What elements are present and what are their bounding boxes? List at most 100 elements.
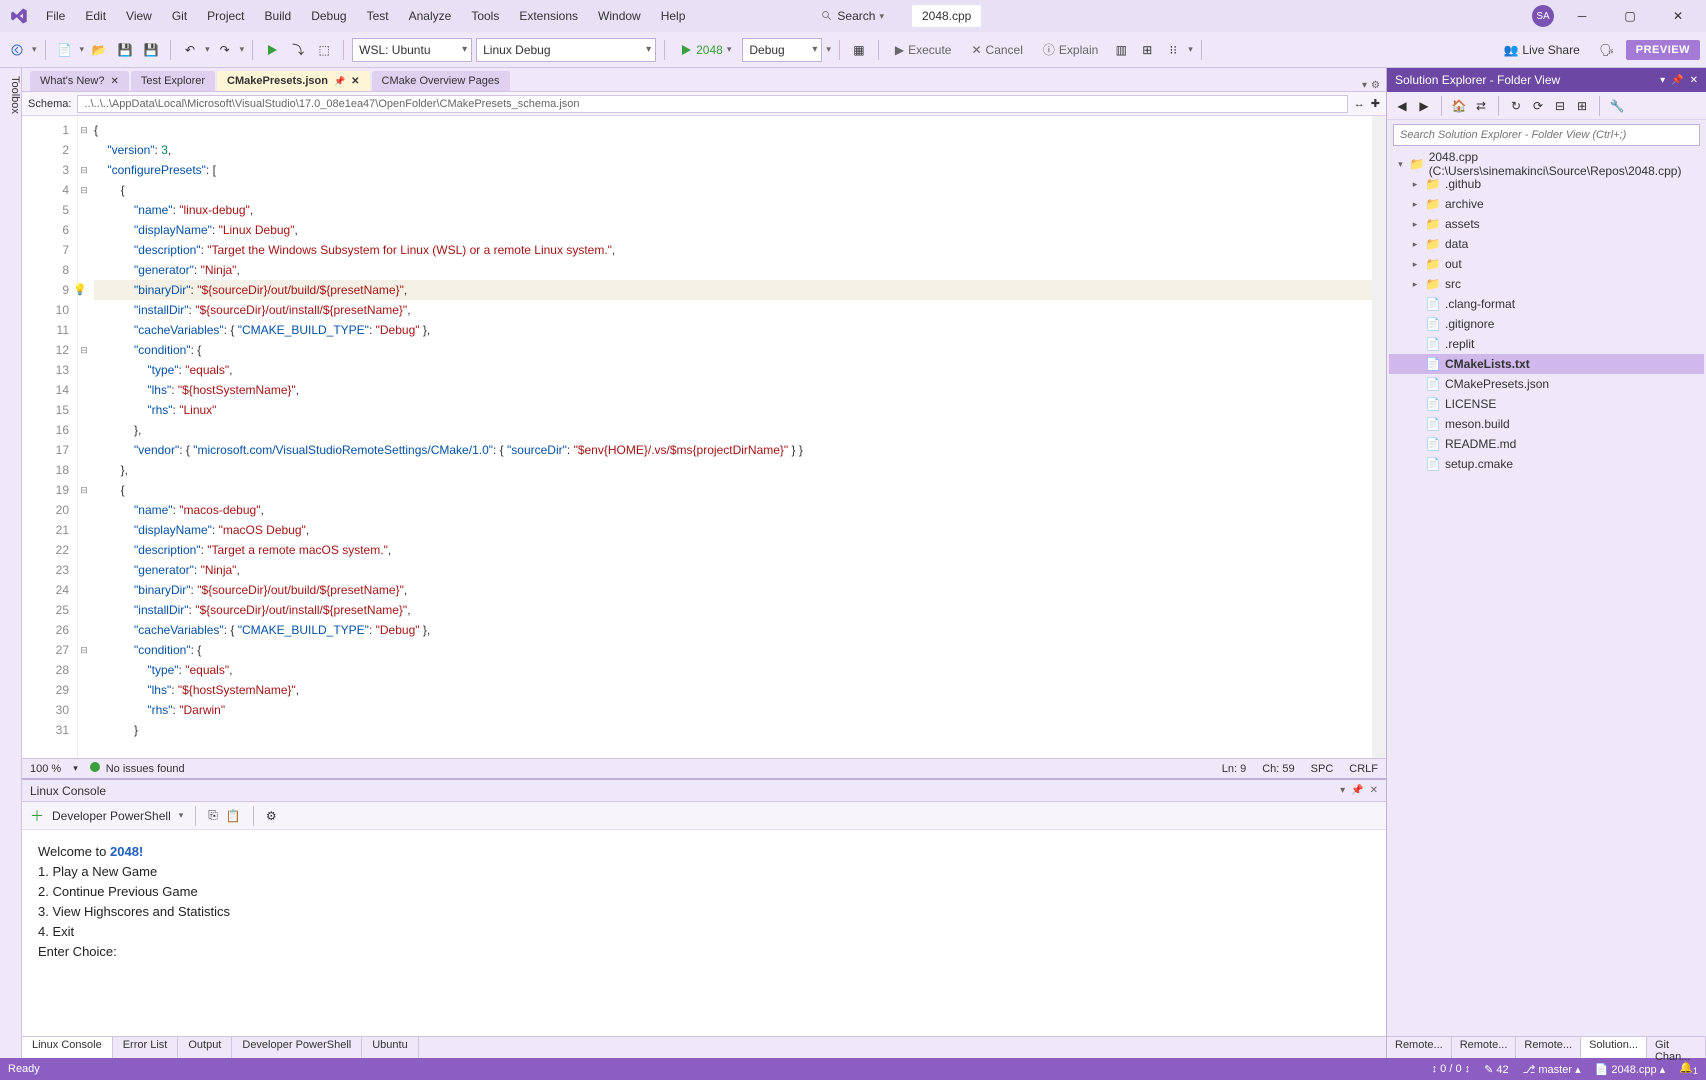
toolbox-sidebar[interactable]: Toolbox (0, 68, 22, 1058)
status-branch[interactable]: ⎇ master ▴ (1523, 1063, 1581, 1076)
maximize-button[interactable]: ▢ (1610, 2, 1650, 30)
config-combo[interactable]: Linux Debug (476, 38, 656, 62)
live-share-button[interactable]: 👥 Live Share (1495, 43, 1587, 57)
menu-debug[interactable]: Debug (303, 5, 354, 27)
right-tab-3[interactable]: Solution... (1581, 1037, 1647, 1058)
tab-test-explorer[interactable]: Test Explorer (131, 71, 215, 91)
close-window-button[interactable]: ✕ (1658, 2, 1698, 30)
tree-item-archive[interactable]: ▸📁archive (1389, 194, 1704, 214)
tree-item-cmakelists-txt[interactable]: 📄CMakeLists.txt (1389, 354, 1704, 374)
menu-tools[interactable]: Tools (463, 5, 507, 27)
menu-analyze[interactable]: Analyze (401, 5, 460, 27)
paste-icon[interactable]: 📋 (226, 809, 241, 823)
tablist-dropdown-icon[interactable]: ▾ (1362, 80, 1367, 91)
shell-selector[interactable]: Developer PowerShell (52, 809, 171, 823)
menu-build[interactable]: Build (257, 5, 300, 27)
tree-item-assets[interactable]: ▸📁assets (1389, 214, 1704, 234)
solution-tree[interactable]: ▾📁2048.cpp (C:\Users\sinemakinci\Source\… (1387, 150, 1706, 1036)
menu-window[interactable]: Window (590, 5, 649, 27)
output-tab-linux-console[interactable]: Linux Console (22, 1037, 113, 1058)
cancel-button[interactable]: ✕ Cancel (963, 38, 1030, 62)
menu-help[interactable]: Help (653, 5, 694, 27)
show-all-icon[interactable]: ⊞ (1573, 97, 1591, 115)
switch-view-icon[interactable]: ⇄ (1472, 97, 1490, 115)
tree-item-src[interactable]: ▸📁src (1389, 274, 1704, 294)
solution-explorer-header[interactable]: Solution Explorer - Folder View ▾📌✕ (1387, 68, 1706, 92)
console-output[interactable]: Welcome to 2048! 1. Play a New Game 2. C… (22, 830, 1386, 1036)
db-icon[interactable]: ▦ (848, 39, 870, 61)
redo-button[interactable]: ↷ (214, 39, 236, 61)
tree-item-license[interactable]: 📄LICENSE (1389, 394, 1704, 414)
output-tab-output[interactable]: Output (178, 1037, 232, 1058)
right-tab-2[interactable]: Remote... (1516, 1037, 1581, 1058)
tree-item-2048-cpp-c-users-sinemakinci-source-repos-2048-cpp-[interactable]: ▾📁2048.cpp (C:\Users\sinemakinci\Source\… (1389, 154, 1704, 174)
user-avatar[interactable]: SA (1532, 5, 1554, 27)
feedback-icon[interactable]: 🗣 (1596, 39, 1618, 61)
collapse-icon[interactable]: ⊟ (1551, 97, 1569, 115)
menu-git[interactable]: Git (164, 5, 195, 27)
lineending-indicator[interactable]: CRLF (1349, 763, 1378, 775)
console-dropdown-icon[interactable]: ▾ (1340, 785, 1345, 796)
right-tab-0[interactable]: Remote... (1387, 1037, 1452, 1058)
menu-edit[interactable]: Edit (77, 5, 114, 27)
solution-search-input[interactable] (1393, 124, 1700, 146)
panel-dropdown-icon[interactable]: ▾ (1660, 75, 1665, 86)
add-terminal-icon[interactable]: ＋ (30, 806, 44, 826)
search-box[interactable]: Search ▾ (813, 7, 892, 25)
tab-cmakepresets-json[interactable]: CMakePresets.json📌✕ (217, 71, 370, 91)
new-item-button[interactable]: 📄 (54, 39, 76, 61)
fwd-nav-icon[interactable]: ▶ (1415, 97, 1433, 115)
settings-icon[interactable]: ⚙ (266, 809, 277, 823)
sync-icon[interactable]: ⟳ (1529, 97, 1547, 115)
step-button[interactable]: ⤵ (287, 39, 309, 61)
menu-project[interactable]: Project (199, 5, 252, 27)
tablist-gear-icon[interactable]: ⚙ (1371, 80, 1380, 91)
menu-extensions[interactable]: Extensions (511, 5, 586, 27)
tool-icon-1[interactable]: ▥ (1110, 39, 1132, 61)
back-nav-icon[interactable]: ◀ (1393, 97, 1411, 115)
tree-item--clang-format[interactable]: 📄.clang-format (1389, 294, 1704, 314)
output-tab-error-list[interactable]: Error List (113, 1037, 179, 1058)
tab-cmake-overview-pages[interactable]: CMake Overview Pages (372, 71, 510, 91)
save-all-button[interactable]: 💾 (140, 39, 162, 61)
menu-test[interactable]: Test (359, 5, 397, 27)
output-tab-developer-powershell[interactable]: Developer PowerShell (232, 1037, 362, 1058)
console-pin-icon[interactable]: 📌 (1351, 785, 1363, 796)
start-debug-icon[interactable] (261, 39, 283, 61)
menu-view[interactable]: View (118, 5, 160, 27)
platform-combo[interactable]: WSL: Ubuntu (352, 38, 472, 62)
solution-search[interactable] (1393, 124, 1700, 146)
minimize-button[interactable]: ─ (1562, 2, 1602, 30)
tree-item-cmakepresets-json[interactable]: 📄CMakePresets.json (1389, 374, 1704, 394)
properties-icon[interactable]: 🔧 (1608, 97, 1626, 115)
tab-what-s-new-[interactable]: What's New?✕ (30, 71, 129, 91)
schema-path[interactable]: ..\..\..\AppData\Local\Microsoft\VisualS… (77, 95, 1347, 113)
char-indicator[interactable]: Ch: 59 (1262, 763, 1294, 775)
open-button[interactable]: 📂 (88, 39, 110, 61)
undo-button[interactable]: ↶ (179, 39, 201, 61)
schema-plus-icon[interactable]: ✚ (1371, 97, 1380, 110)
titlebar-document[interactable]: 2048.cpp (912, 5, 981, 27)
build-type-combo[interactable]: Debug (742, 38, 822, 62)
status-nav[interactable]: ↕ 0 / 0 ↕ (1432, 1063, 1471, 1075)
output-tab-ubuntu[interactable]: Ubuntu (362, 1037, 418, 1058)
home-icon[interactable]: 🏠 (1450, 97, 1468, 115)
zoom-level[interactable]: 100 % (30, 763, 61, 775)
indent-indicator[interactable]: SPC (1311, 763, 1334, 775)
tree-item--replit[interactable]: 📄.replit (1389, 334, 1704, 354)
status-notifications[interactable]: 🔔1 (1679, 1061, 1698, 1076)
copy-icon[interactable]: ⎘ (208, 808, 218, 823)
fold-column[interactable]: ⊟⊟⊟⊟⊟⊟ (78, 116, 90, 758)
tree-item-meson-build[interactable]: 📄meson.build (1389, 414, 1704, 434)
launch-target-button[interactable]: 2048▾ (673, 38, 738, 62)
tree-item-setup-cmake[interactable]: 📄setup.cmake (1389, 454, 1704, 474)
code-content[interactable]: { "version": 3, "configurePresets": [ { … (90, 116, 1372, 758)
status-doc[interactable]: 📄 2048.cpp ▴ (1595, 1063, 1666, 1076)
line-indicator[interactable]: Ln: 9 (1222, 763, 1246, 775)
menu-file[interactable]: File (38, 5, 73, 27)
panel-close-icon[interactable]: ✕ (1690, 75, 1698, 86)
save-button[interactable]: 💾 (114, 39, 136, 61)
refresh-icon[interactable]: ↻ (1507, 97, 1525, 115)
stop-button[interactable]: ⬚ (313, 39, 335, 61)
status-errors[interactable]: ✎ 42 (1484, 1063, 1509, 1076)
